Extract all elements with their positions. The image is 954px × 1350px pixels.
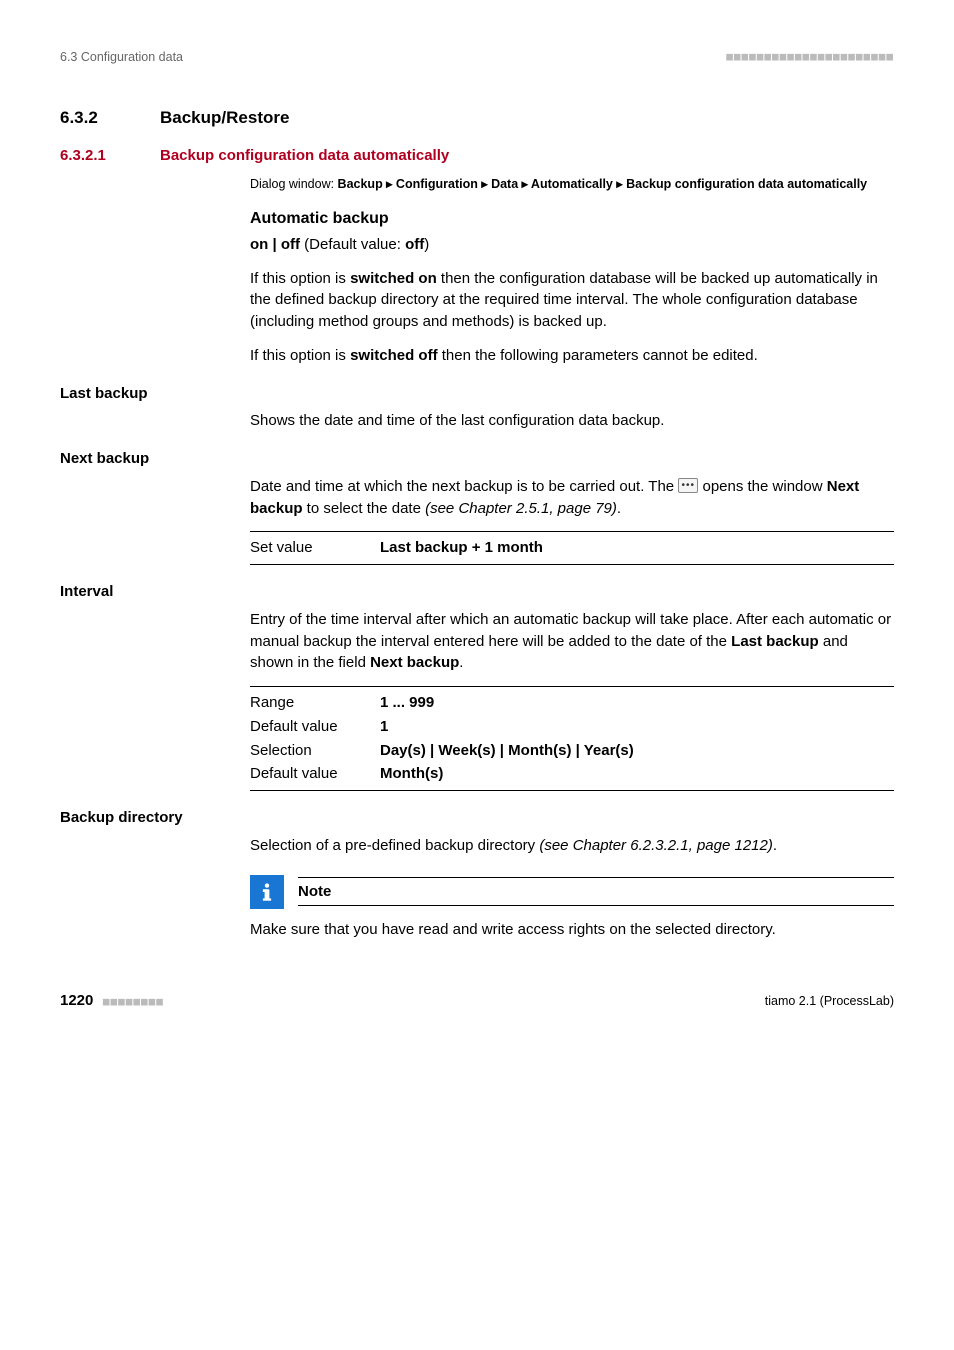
- on-off-values: on | off: [250, 236, 300, 253]
- dialog-window-path: Dialog window: Backup ▸ Configuration ▸ …: [250, 175, 894, 193]
- footer-left: 1220 ■■■■■■■■: [60, 990, 164, 1012]
- info-icon: [250, 875, 284, 909]
- next-backup-label: Next backup: [60, 448, 250, 470]
- set-value-val: Last backup + 1 month: [380, 537, 894, 559]
- section-6-3-2-1: 6.3.2.1 Backup configuration data automa…: [60, 145, 894, 167]
- on-off-default-value: off: [405, 236, 424, 253]
- last-backup-label: Last backup: [60, 383, 250, 405]
- field-interval: Interval: [60, 581, 894, 603]
- next-backup-table: Set value Last backup + 1 month: [250, 531, 894, 565]
- header-decoration: ■■■■■■■■■■■■■■■■■■■■■■: [726, 49, 894, 65]
- range-key: Range: [250, 692, 380, 714]
- interval-text: Entry of the time interval after which a…: [250, 609, 894, 674]
- automatic-backup-heading: Automatic backup: [250, 207, 894, 230]
- table-row: Range 1 ... 999: [250, 691, 894, 715]
- section-title: Backup/Restore: [160, 106, 894, 131]
- on-off-default-close: ): [424, 236, 429, 253]
- default1-key: Default value: [250, 716, 380, 738]
- dialog-prefix: Dialog window:: [250, 177, 338, 191]
- table-row: Set value Last backup + 1 month: [250, 536, 894, 560]
- next-backup-text: Date and time at which the next backup i…: [250, 476, 894, 520]
- section-number: 6.3.2: [60, 106, 160, 131]
- note-block: Note Make sure that you have read and wr…: [250, 875, 894, 941]
- interval-table: Range 1 ... 999 Default value 1 Selectio…: [250, 686, 894, 791]
- selection-key: Selection: [250, 740, 380, 762]
- note-title: Note: [298, 877, 894, 907]
- selection-val: Day(s) | Week(s) | Month(s) | Year(s): [380, 740, 894, 762]
- switched-off-paragraph: If this option is switched off then the …: [250, 345, 894, 367]
- default2-val: Month(s): [380, 763, 894, 785]
- subsection-number: 6.3.2.1: [60, 145, 160, 167]
- on-off-line: on | off (Default value: off): [250, 234, 894, 256]
- footer-decoration: ■■■■■■■■: [103, 995, 164, 1008]
- page-header: 6.3 Configuration data ■■■■■■■■■■■■■■■■■…: [60, 48, 894, 66]
- ellipsis-icon: •••: [678, 478, 698, 493]
- section-6-3-2: 6.3.2 Backup/Restore: [60, 106, 894, 131]
- on-off-default-open: (Default value:: [300, 236, 405, 253]
- interval-label: Interval: [60, 581, 250, 603]
- default1-val: 1: [380, 716, 894, 738]
- table-row: Selection Day(s) | Week(s) | Month(s) | …: [250, 739, 894, 763]
- field-last-backup: Last backup: [60, 383, 894, 405]
- dialog-path: Backup ▸ Configuration ▸ Data ▸ Automati…: [338, 177, 868, 191]
- field-backup-directory: Backup directory: [60, 807, 894, 829]
- default2-key: Default value: [250, 763, 380, 785]
- page-footer: 1220 ■■■■■■■■ tiamo 2.1 (ProcessLab): [60, 990, 894, 1012]
- page-number: 1220: [60, 992, 93, 1009]
- note-header: Note: [250, 875, 894, 909]
- backup-directory-text: Selection of a pre-defined backup direct…: [250, 835, 894, 857]
- last-backup-text: Shows the date and time of the last conf…: [250, 410, 894, 432]
- backup-directory-label: Backup directory: [60, 807, 250, 829]
- subsection-title: Backup configuration data automatically: [160, 145, 894, 167]
- table-row: Default value Month(s): [250, 762, 894, 786]
- breadcrumb: 6.3 Configuration data: [60, 48, 183, 66]
- note-text: Make sure that you have read and write a…: [250, 919, 894, 941]
- field-next-backup: Next backup: [60, 448, 894, 470]
- footer-product: tiamo 2.1 (ProcessLab): [765, 992, 894, 1010]
- range-val: 1 ... 999: [380, 692, 894, 714]
- set-value-key: Set value: [250, 537, 380, 559]
- table-row: Default value 1: [250, 715, 894, 739]
- switched-on-paragraph: If this option is switched on then the c…: [250, 268, 894, 333]
